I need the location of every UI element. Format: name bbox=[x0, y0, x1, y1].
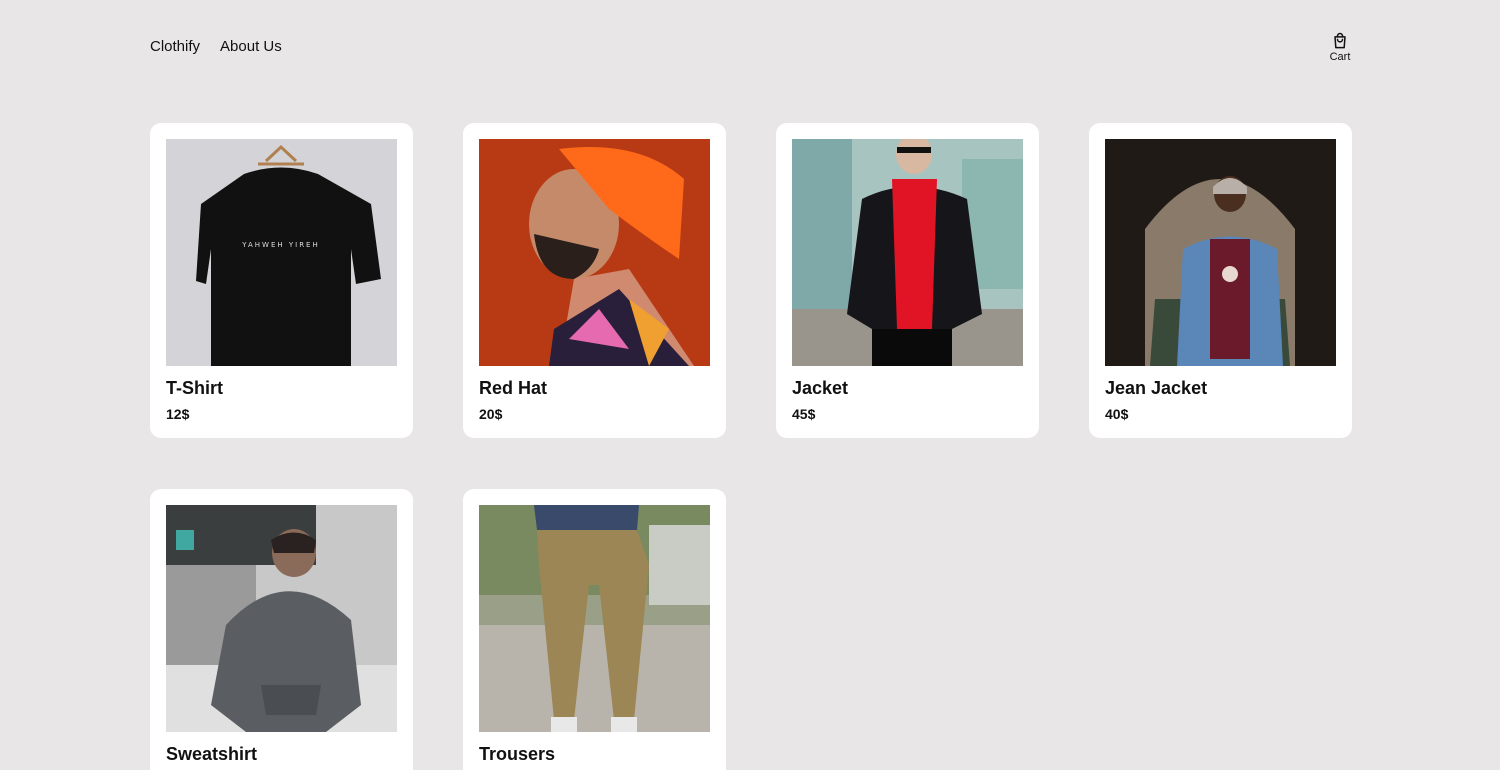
shopping-bag-icon bbox=[1330, 31, 1350, 51]
product-price: 20$ bbox=[479, 406, 503, 422]
product-card[interactable]: Jacket 45$ bbox=[776, 123, 1039, 438]
product-card[interactable]: YAHWEH YIREH T-Shirt 12$ bbox=[150, 123, 413, 438]
product-price: 40$ bbox=[1105, 406, 1129, 422]
svg-text:YAHWEH YIREH: YAHWEH YIREH bbox=[241, 241, 320, 249]
product-image: YAHWEH YIREH bbox=[166, 139, 397, 366]
product-price: 45$ bbox=[792, 406, 816, 422]
product-card[interactable]: Trousers bbox=[463, 489, 726, 770]
cart-button[interactable]: Cart bbox=[1323, 31, 1357, 63]
product-image bbox=[166, 505, 397, 732]
product-image bbox=[479, 505, 710, 732]
product-card[interactable]: Jean Jacket 40$ bbox=[1089, 123, 1352, 438]
product-name: Jean Jacket bbox=[1105, 378, 1208, 398]
product-name: T-Shirt bbox=[166, 378, 223, 398]
product-card[interactable]: Sweatshirt bbox=[150, 489, 413, 770]
brand-link[interactable]: Clothify bbox=[150, 38, 200, 55]
product-grid: YAHWEH YIREH T-Shirt 12$ Red Hat 20$ Jac… bbox=[150, 123, 1352, 770]
product-name: Trousers bbox=[479, 744, 556, 764]
product-price: 12$ bbox=[166, 406, 190, 422]
product-name: Jacket bbox=[792, 378, 849, 398]
about-us-link[interactable]: About Us bbox=[220, 38, 282, 55]
product-image bbox=[479, 139, 710, 366]
product-name: Sweatshirt bbox=[166, 744, 258, 764]
product-image bbox=[1105, 139, 1336, 366]
cart-label: Cart bbox=[1329, 51, 1351, 63]
product-image bbox=[792, 139, 1023, 366]
product-name: Red Hat bbox=[479, 378, 548, 398]
top-nav: Clothify About Us bbox=[150, 38, 282, 55]
product-card[interactable]: Red Hat 20$ bbox=[463, 123, 726, 438]
